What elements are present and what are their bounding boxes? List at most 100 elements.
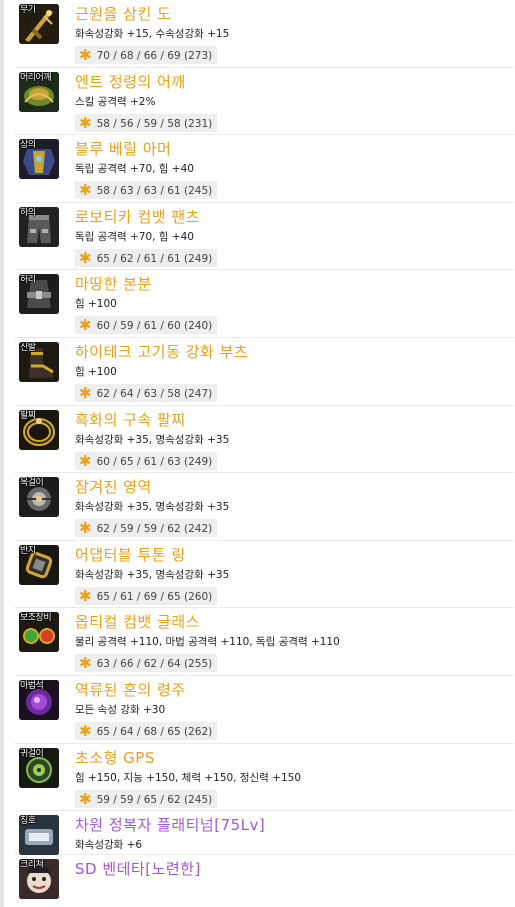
item-stats: 화속성강화 +35, 명속성강화 +35: [75, 501, 230, 514]
grade-badge: ✱ 65 / 64 / 68 / 65 (262): [75, 721, 218, 740]
slot-label: 하의: [20, 207, 36, 218]
item-name[interactable]: 차원 정복자 플래티넘[75Lv]: [75, 815, 265, 835]
boots-icon[interactable]: 신발: [19, 341, 59, 382]
star-icon: ✱: [79, 519, 92, 538]
equipment-row-title[interactable]: 칭호 차원 정복자 플래티넘[75Lv] 화속성강화 +6: [14, 811, 514, 856]
item-stats: 힘 +100: [75, 298, 117, 311]
star-icon: ✱: [79, 789, 92, 808]
slot-label: 팔찌: [20, 410, 36, 421]
creature-icon[interactable]: 크리쳐: [19, 859, 59, 900]
necklace-icon[interactable]: 목걸이: [19, 477, 59, 518]
grade-badge: ✱ 58 / 63 / 63 / 61 (245): [75, 181, 218, 200]
star-icon: ✱: [79, 113, 92, 132]
slot-label: 목걸이: [20, 478, 44, 489]
grade-badge: ✱ 60 / 59 / 61 / 60 (240): [75, 316, 218, 335]
grade-badge: ✱ 58 / 56 / 59 / 58 (231): [75, 113, 218, 132]
grade-badge: ✱ 62 / 64 / 63 / 58 (247): [75, 383, 218, 402]
item-stats: 물리 공격력 +110, 마법 공격력 +110, 독립 공격력 +110: [75, 636, 340, 649]
equipment-row-sub-equipment[interactable]: 보조장비 옵티컬 컴뱃 글래스 물리 공격력 +110, 마법 공격력 +110…: [14, 608, 514, 676]
slot-label: 상의: [20, 140, 36, 151]
equipment-list: 무기 근원을 삼킨 도 화속성강화 +15, 수속성강화 +15 ✱ 70 / 6…: [14, 0, 514, 900]
belt-icon[interactable]: 허리: [19, 274, 59, 315]
item-name[interactable]: 옵티컬 컴뱃 글래스: [75, 612, 200, 632]
grade-badge: ✱ 70 / 68 / 66 / 69 (273): [75, 46, 218, 64]
grade-values: 62 / 59 / 59 / 62 (242): [96, 523, 213, 536]
grade-badge: ✱ 59 / 59 / 65 / 62 (245): [75, 789, 218, 808]
bracelet-icon[interactable]: 팔찌: [19, 409, 59, 450]
grade-badge: ✱ 63 / 66 / 62 / 64 (255): [75, 654, 218, 673]
grade-badge: ✱ 65 / 62 / 61 / 61 (249): [75, 248, 218, 267]
equipment-row-bracelet[interactable]: 팔찌 흑화의 구속 팔찌 화속성강화 +35, 명속성강화 +35 ✱ 60 / …: [14, 406, 514, 474]
star-icon: ✱: [79, 316, 92, 335]
grade-values: 65 / 62 / 61 / 61 (249): [96, 252, 213, 265]
item-stats: 모든 속성 강화 +30: [75, 703, 166, 716]
equipment-row-pants[interactable]: 하의 로보티카 컴뱃 팬츠 독립 공격력 +70, 힘 +40 ✱ 65 / 62…: [14, 203, 514, 271]
item-name[interactable]: 엔트 정령의 어깨: [75, 72, 186, 92]
item-stats: 힘 +150, 지능 +150, 체력 +150, 정신력 +150: [75, 771, 302, 784]
item-name[interactable]: 하이테크 고기동 강화 부츠: [75, 342, 248, 362]
slot-label: 무기: [20, 5, 36, 15]
grade-values: 59 / 59 / 65 / 62 (245): [96, 793, 213, 806]
equipment-row-top[interactable]: 상의 블루 베릴 아머 독립 공격력 +70, 힘 +40 ✱ 58 / 63 /…: [14, 135, 514, 203]
item-name[interactable]: 잠겨진 영역: [75, 477, 152, 497]
grade-values: 58 / 56 / 59 / 58 (231): [96, 117, 213, 130]
equipment-row-belt[interactable]: 허리 마땅한 본분 힘 +100 ✱ 60 / 59 / 61 / 60 (240…: [14, 270, 514, 338]
item-name[interactable]: 로보티카 컴뱃 팬츠: [75, 207, 200, 227]
item-name[interactable]: 어댑터블 투톤 링: [75, 545, 186, 565]
slot-label: 반지: [20, 545, 36, 556]
glasses-icon[interactable]: 보조장비: [19, 612, 59, 653]
star-icon: ✱: [79, 248, 92, 267]
slot-label: 귀걸이: [20, 748, 44, 759]
grade-values: 60 / 59 / 61 / 60 (240): [96, 320, 213, 333]
item-name[interactable]: SD 벤데타[노련한]: [75, 859, 201, 879]
equipment-row-boots[interactable]: 신발 하이테크 고기동 강화 부츠 힘 +100 ✱ 62 / 64 / 63 /…: [14, 338, 514, 406]
equipment-row-earring[interactable]: 귀걸이 초소형 GPS 힘 +150, 지능 +150, 체력 +150, 정신…: [14, 744, 514, 812]
star-icon: ✱: [79, 721, 92, 740]
item-stats: 화속성강화 +35, 명속성강화 +35: [75, 433, 230, 446]
ring-icon[interactable]: 반지: [19, 544, 59, 585]
item-name[interactable]: 초소형 GPS: [75, 748, 155, 768]
grade-values: 70 / 68 / 66 / 69 (273): [96, 50, 213, 62]
grade-values: 60 / 65 / 61 / 63 (249): [96, 455, 213, 468]
equipment-row-creature[interactable]: 크리쳐 SD 벤데타[노련한]: [14, 855, 514, 900]
shoulder-armor-icon[interactable]: 머리어깨: [19, 71, 59, 112]
equipment-row-necklace[interactable]: 목걸이 잠겨진 영역 화속성강화 +35, 명속성강화 +35 ✱ 62 / 59…: [14, 473, 514, 541]
earring-icon[interactable]: 귀걸이: [19, 747, 59, 788]
slot-label: 크리쳐: [20, 860, 44, 871]
item-stats: 화속성강화 +15, 수속성강화 +15: [75, 28, 230, 40]
slot-label: 마법석: [20, 680, 44, 691]
magic-stone-icon[interactable]: 마법석: [19, 679, 59, 720]
title-icon[interactable]: 칭호: [19, 815, 59, 856]
grade-badge: ✱ 65 / 61 / 69 / 65 (260): [75, 586, 218, 605]
item-name[interactable]: 역류된 혼의 령주: [75, 680, 186, 700]
slot-label: 보조장비: [20, 613, 52, 624]
item-name[interactable]: 근원을 삼킨 도: [75, 4, 171, 24]
item-stats: 화속성강화 +35, 명속성강화 +35: [75, 568, 230, 581]
equipment-row-weapon[interactable]: 무기 근원을 삼킨 도 화속성강화 +15, 수속성강화 +15 ✱ 70 / 6…: [14, 0, 514, 68]
grade-values: 65 / 61 / 69 / 65 (260): [96, 590, 213, 603]
equipment-row-shoulder[interactable]: 머리어깨 엔트 정령의 어깨 스킬 공격력 +2% ✱ 58 / 56 / 59 …: [14, 68, 514, 136]
star-icon: ✱: [79, 654, 92, 673]
equipment-row-ring[interactable]: 반지 어댑터블 투톤 링 화속성강화 +35, 명속성강화 +35 ✱ 65 / …: [14, 541, 514, 609]
star-icon: ✱: [79, 181, 92, 200]
grade-badge: ✱ 60 / 65 / 61 / 63 (249): [75, 451, 218, 470]
left-border: [0, 0, 4, 907]
item-name[interactable]: 마땅한 본분: [75, 274, 152, 294]
item-name[interactable]: 흑화의 구속 팔찌: [75, 410, 186, 430]
item-name[interactable]: 블루 베릴 아머: [75, 139, 171, 159]
grade-values: 65 / 64 / 68 / 65 (262): [96, 725, 213, 738]
pants-icon[interactable]: 하의: [19, 206, 59, 247]
equipment-row-magic-stone[interactable]: 마법석 역류된 혼의 령주 모든 속성 강화 +30 ✱ 65 / 64 / 68…: [14, 676, 514, 744]
grade-badge: ✱ 62 / 59 / 59 / 62 (242): [75, 519, 218, 538]
star-icon: ✱: [79, 451, 92, 470]
item-stats: 스킬 공격력 +2%: [75, 95, 156, 108]
item-stats: 독립 공격력 +70, 힘 +40: [75, 230, 194, 243]
slot-label: 머리어깨: [20, 72, 52, 83]
slot-label: 칭호: [20, 816, 36, 827]
star-icon: ✱: [79, 383, 92, 402]
item-stats: 힘 +100: [75, 365, 117, 378]
slot-label: 허리: [20, 275, 36, 286]
sword-icon[interactable]: 무기: [19, 4, 59, 44]
top-armor-icon[interactable]: 상의: [19, 139, 59, 180]
item-stats: 독립 공격력 +70, 힘 +40: [75, 163, 194, 176]
